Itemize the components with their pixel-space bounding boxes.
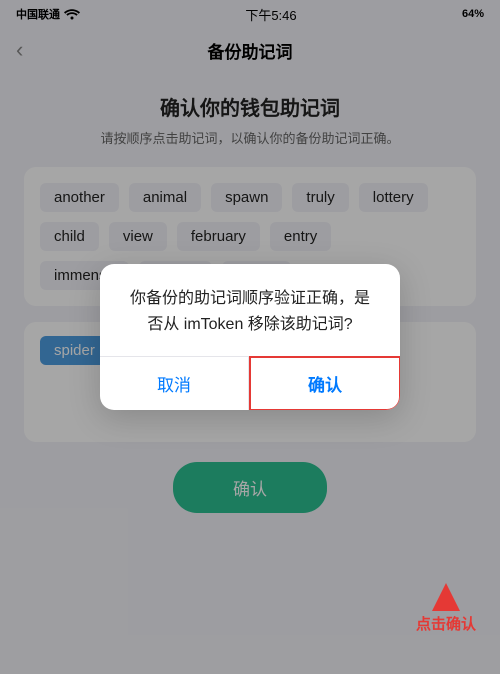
- dialog-body: 你备份的助记词顺序验证正确，是否从 imToken 移除该助记词?: [100, 264, 400, 355]
- arrow-annotation: 点击确认: [416, 583, 476, 634]
- dialog-message: 你备份的助记词顺序验证正确，是否从 imToken 移除该助记词?: [124, 286, 376, 337]
- dialog-overlay: 你备份的助记词顺序验证正确，是否从 imToken 移除该助记词? 取消 确认: [0, 0, 500, 674]
- dialog: 你备份的助记词顺序验证正确，是否从 imToken 移除该助记词? 取消 确认: [100, 264, 400, 409]
- dialog-cancel-button[interactable]: 取消: [100, 357, 249, 410]
- dialog-confirm-button[interactable]: 确认: [249, 356, 400, 410]
- arrow-up-icon: [432, 583, 460, 611]
- arrow-label: 点击确认: [416, 613, 476, 634]
- dialog-actions: 取消 确认: [100, 356, 400, 410]
